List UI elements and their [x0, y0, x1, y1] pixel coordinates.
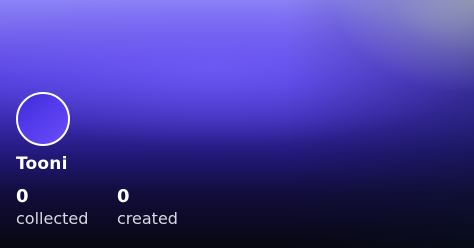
- stat-collected-value: 0: [16, 186, 29, 207]
- stat-created-value: 0: [117, 186, 130, 207]
- stat-collected[interactable]: 0 collected: [16, 186, 88, 229]
- stat-created-label: created: [117, 209, 178, 228]
- stat-collected-label: collected: [16, 209, 89, 228]
- stat-created[interactable]: 0 created: [117, 186, 178, 229]
- profile-name: Tooni: [16, 154, 68, 174]
- profile-card: Tooni 0 collected 0 created: [0, 0, 474, 248]
- avatar[interactable]: [16, 92, 70, 146]
